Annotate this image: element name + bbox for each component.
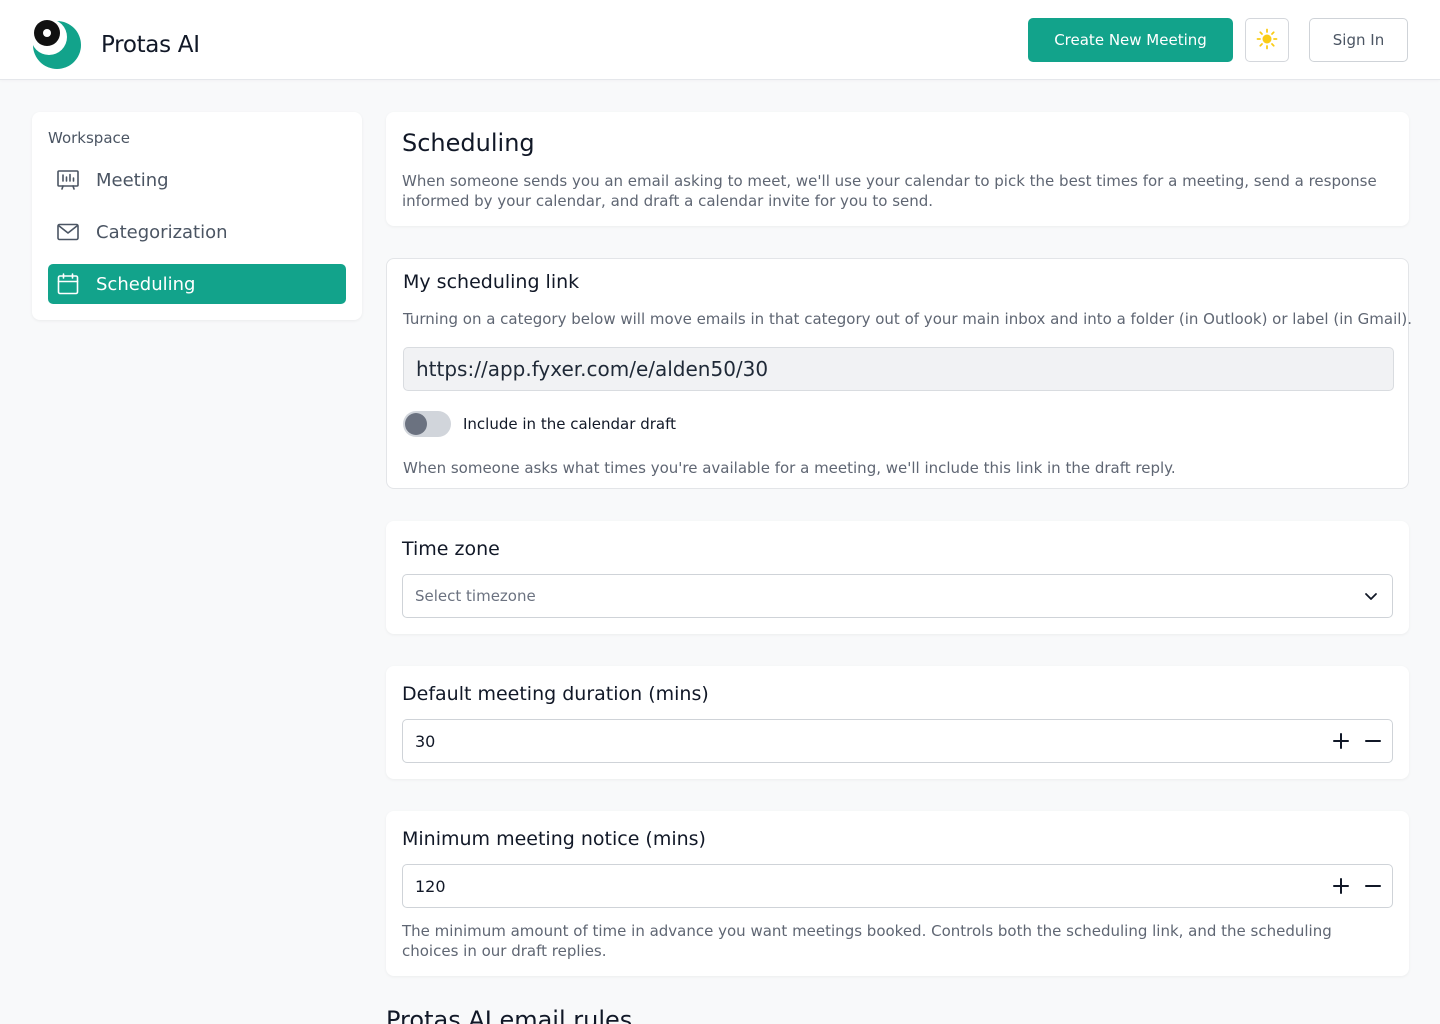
sidebar-heading: Workspace <box>48 129 130 147</box>
sidebar-item-label: Meeting <box>96 169 169 191</box>
create-new-meeting-label: Create New Meeting <box>1054 31 1207 49</box>
sidebar: Workspace Meeting Categorization Schedul… <box>32 112 362 320</box>
include-in-draft-label: Include in the calendar draft <box>463 415 676 433</box>
meeting-notice-stepper[interactable]: 120 <box>402 864 1393 908</box>
meeting-duration-stepper[interactable]: 30 <box>402 719 1393 763</box>
meeting-board-icon <box>56 168 80 192</box>
scheduling-link-field[interactable]: https://app.fyxer.com/e/alden50/30 <box>403 347 1394 391</box>
scheduling-intro-card: Scheduling When someone sends you an ema… <box>386 112 1409 226</box>
scheduling-link-value: https://app.fyxer.com/e/alden50/30 <box>416 357 769 381</box>
theme-toggle-button[interactable] <box>1245 18 1289 62</box>
decrement-minus-icon[interactable] <box>1362 875 1384 897</box>
meeting-duration-value: 30 <box>415 731 436 751</box>
decrement-minus-icon[interactable] <box>1362 730 1384 752</box>
page-title: Scheduling <box>402 129 535 157</box>
toggle-knob <box>405 413 427 435</box>
sign-in-label: Sign In <box>1332 31 1385 49</box>
meeting-duration-title: Default meeting duration (mins) <box>402 683 709 705</box>
sign-in-button[interactable]: Sign In <box>1309 18 1408 62</box>
sidebar-item-meeting[interactable]: Meeting <box>48 160 346 200</box>
sun-icon <box>1256 28 1278 53</box>
include-in-draft-toggle[interactable] <box>403 411 451 437</box>
increment-plus-icon[interactable] <box>1330 730 1352 752</box>
sidebar-item-categorization[interactable]: Categorization <box>48 212 346 252</box>
email-rules-heading: Protas AI email rules <box>386 1006 633 1024</box>
scheduling-link-description: Turning on a category below will move em… <box>403 310 1413 328</box>
scheduling-link-title: My scheduling link <box>403 271 580 293</box>
create-new-meeting-button[interactable]: Create New Meeting <box>1028 18 1233 62</box>
meeting-notice-card: Minimum meeting notice (mins) 120 The mi… <box>386 811 1409 976</box>
time-zone-title: Time zone <box>402 538 500 560</box>
meeting-notice-description: The minimum amount of time in advance yo… <box>402 922 1332 960</box>
sidebar-item-label: Scheduling <box>96 273 196 295</box>
scheduling-link-note: When someone asks what times you're avai… <box>403 459 1176 477</box>
meeting-notice-value: 120 <box>415 876 446 896</box>
timezone-placeholder: Select timezone <box>415 587 536 605</box>
sidebar-item-label: Categorization <box>96 221 228 243</box>
timezone-select[interactable]: Select timezone <box>402 574 1393 618</box>
logo-icon[interactable] <box>31 19 82 70</box>
top-bar: Protas AI Create New Meeting Sign In <box>0 0 1440 80</box>
sidebar-item-scheduling[interactable]: Scheduling <box>48 264 346 304</box>
meeting-duration-card: Default meeting duration (mins) 30 <box>386 666 1409 779</box>
scheduling-description: When someone sends you an email asking t… <box>402 172 1377 210</box>
calendar-icon <box>56 272 80 296</box>
mail-icon <box>56 220 80 244</box>
brand-name: Protas AI <box>101 32 200 58</box>
scheduling-link-card: My scheduling link Turning on a category… <box>386 258 1413 489</box>
time-zone-card: Time zone Select timezone <box>386 521 1409 634</box>
meeting-notice-title: Minimum meeting notice (mins) <box>402 828 706 850</box>
increment-plus-icon[interactable] <box>1330 875 1352 897</box>
chevron-down-icon <box>1362 587 1380 605</box>
